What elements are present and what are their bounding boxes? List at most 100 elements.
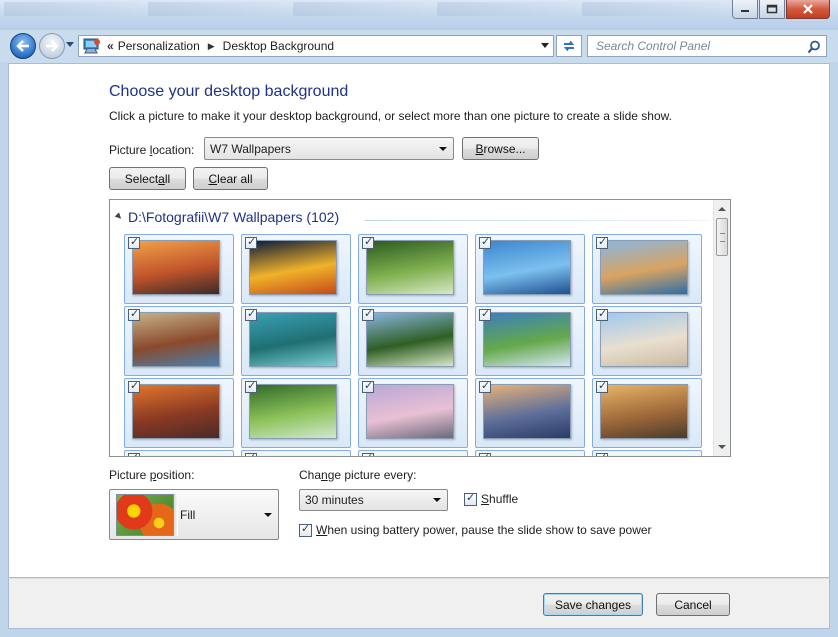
search-icon[interactable] [807,40,821,54]
minimize-button[interactable] [732,0,758,19]
wallpaper-thumbnail-baobab-trees[interactable] [124,234,234,304]
maximize-button[interactable] [759,0,785,19]
shuffle-label[interactable]: Shuffle [481,492,518,506]
cancel-button[interactable]: Cancel [656,593,730,616]
wallpaper-thumbnail-partial-2[interactable] [241,450,351,457]
chevron-down-icon[interactable] [541,43,549,49]
browse-button[interactable]: Browse... [462,137,539,160]
thumbnail-checkbox[interactable] [362,307,374,321]
breadcrumb-separator-icon[interactable]: ▶ [208,41,215,52]
thumbnail-checkbox[interactable] [362,235,374,249]
wallpaper-thumbnail-sand-dunes[interactable] [592,306,702,376]
save-changes-button[interactable]: Save changes [543,593,643,616]
close-icon [803,4,813,14]
wallpaper-image [132,456,220,457]
position-preview-image [116,494,174,536]
wallpaper-thumbnail-tropical-islands[interactable] [241,306,351,376]
picture-location-label: Picture location: [109,143,195,157]
gallery-group-header[interactable]: D:\Fotografii\W7 Wallpapers (102) [114,209,339,225]
scroll-down-icon[interactable] [718,445,726,449]
wallpaper-gallery[interactable]: D:\Fotografii\W7 Wallpapers (102) [109,199,731,457]
wallpaper-thumbnail-forest-waterfall[interactable] [358,234,468,304]
thumbnail-checkbox[interactable] [479,451,491,456]
wallpaper-image [600,240,688,295]
ghost-tab [148,2,287,16]
wallpaper-thumbnail-twelve-apostles[interactable] [592,234,702,304]
thumbnail-checkbox[interactable] [479,307,491,321]
wallpaper-image [600,456,688,457]
control-panel-icon [83,38,100,54]
wallpaper-image [483,240,571,295]
thumbnail-checkbox[interactable] [596,451,608,456]
wallpaper-thumbnail-partial-4[interactable] [475,450,585,456]
refresh-icon [563,40,575,52]
thumbnail-checkbox[interactable] [128,451,140,456]
search-placeholder[interactable]: Search Control Panel [596,39,710,53]
forward-button[interactable] [39,33,65,59]
picture-location-value: W7 Wallpapers [210,141,291,156]
picture-position-label: Picture position: [109,468,195,482]
wallpaper-thumbnail-misty-lake[interactable] [592,378,702,448]
thumbnail-checkbox[interactable] [245,379,257,393]
thumbnail-checkbox[interactable] [596,307,608,321]
recent-pages-dropdown-icon[interactable] [66,42,74,48]
thumbnail-checkbox[interactable] [479,235,491,249]
gallery-scrollbar[interactable] [713,200,730,456]
collapse-triangle-icon[interactable] [114,212,124,221]
thumbnail-checkbox[interactable] [362,451,374,456]
thumbnail-checkbox[interactable] [479,379,491,393]
wallpaper-thumbnail-partial-3[interactable] [358,450,468,456]
thumbnail-checkbox[interactable] [128,307,140,321]
background-windows [0,0,721,22]
battery-pause-label[interactable]: When using battery power, pause the slid… [316,523,652,537]
thumbnail-checkbox[interactable] [596,379,608,393]
wallpaper-image [483,312,571,367]
thumbnail-checkbox[interactable] [128,235,140,249]
back-button[interactable] [10,33,36,59]
change-picture-label: Change picture every: [299,468,417,482]
thumbnail-checkbox[interactable] [596,235,608,249]
close-button[interactable] [786,0,830,19]
wallpaper-thumbnail-partial-1[interactable] [124,450,234,457]
thumbnail-checkbox[interactable] [245,451,257,456]
thumbnail-checkbox[interactable] [245,235,257,249]
wallpaper-image [249,456,337,457]
thumbnail-checkbox[interactable] [245,307,257,321]
wallpaper-thumbnail-river-gorge[interactable] [124,306,234,376]
search-box[interactable]: Search Control Panel [587,35,827,57]
select-all-button[interactable]: Select a ll [109,167,186,190]
wallpaper-thumbnail-partial-5[interactable] [592,450,702,457]
wallpaper-thumbnail-lily-pads[interactable] [358,306,468,376]
hidden-path-chevron[interactable]: « [107,39,114,53]
shuffle-checkbox[interactable] [464,491,477,506]
wallpaper-image [132,240,220,295]
minimize-icon [741,10,749,12]
window-border-bottom [0,629,838,637]
address-bar[interactable]: « Personalization ▶ Desktop Background [78,35,554,57]
wallpaper-thumbnail-rainforest-stream[interactable] [241,378,351,448]
wallpaper-thumbnail-canyon-sunset[interactable] [124,378,234,448]
window-border-right [830,62,838,637]
interval-dropdown[interactable]: 30 minutes [299,489,448,511]
chevron-down-icon [264,513,272,517]
wallpaper-thumbnail-rainbow-coast[interactable] [475,306,585,376]
wallpaper-thumbnail-sydney-fireworks[interactable] [241,234,351,304]
refresh-button[interactable] [556,35,582,57]
breadcrumb-desktop-background[interactable]: Desktop Background [223,39,334,53]
picture-location-dropdown[interactable]: W7 Wallpapers [204,137,454,160]
scroll-up-icon[interactable] [718,207,726,211]
clear-all-button[interactable]: Clear all [193,167,268,190]
group-divider [365,220,709,221]
breadcrumb-personalization[interactable]: Personalization [118,39,200,53]
battery-pause-checkbox[interactable] [299,522,312,537]
wallpaper-thumbnail-tower-bridge[interactable] [475,378,585,448]
scrollbar-thumb[interactable] [716,218,728,256]
battery-pause-option[interactable]: When using battery power, pause the slid… [299,522,652,537]
picture-position-dropdown[interactable]: Fill [109,489,279,540]
wallpaper-thumbnail-stonehenge[interactable] [358,378,468,448]
picture-position-value: Fill [180,508,196,522]
thumbnail-checkbox[interactable] [128,379,140,393]
wallpaper-thumbnail-sydney-harbour[interactable] [475,234,585,304]
shuffle-option[interactable]: Shuffle [464,491,518,506]
thumbnail-checkbox[interactable] [362,379,374,393]
